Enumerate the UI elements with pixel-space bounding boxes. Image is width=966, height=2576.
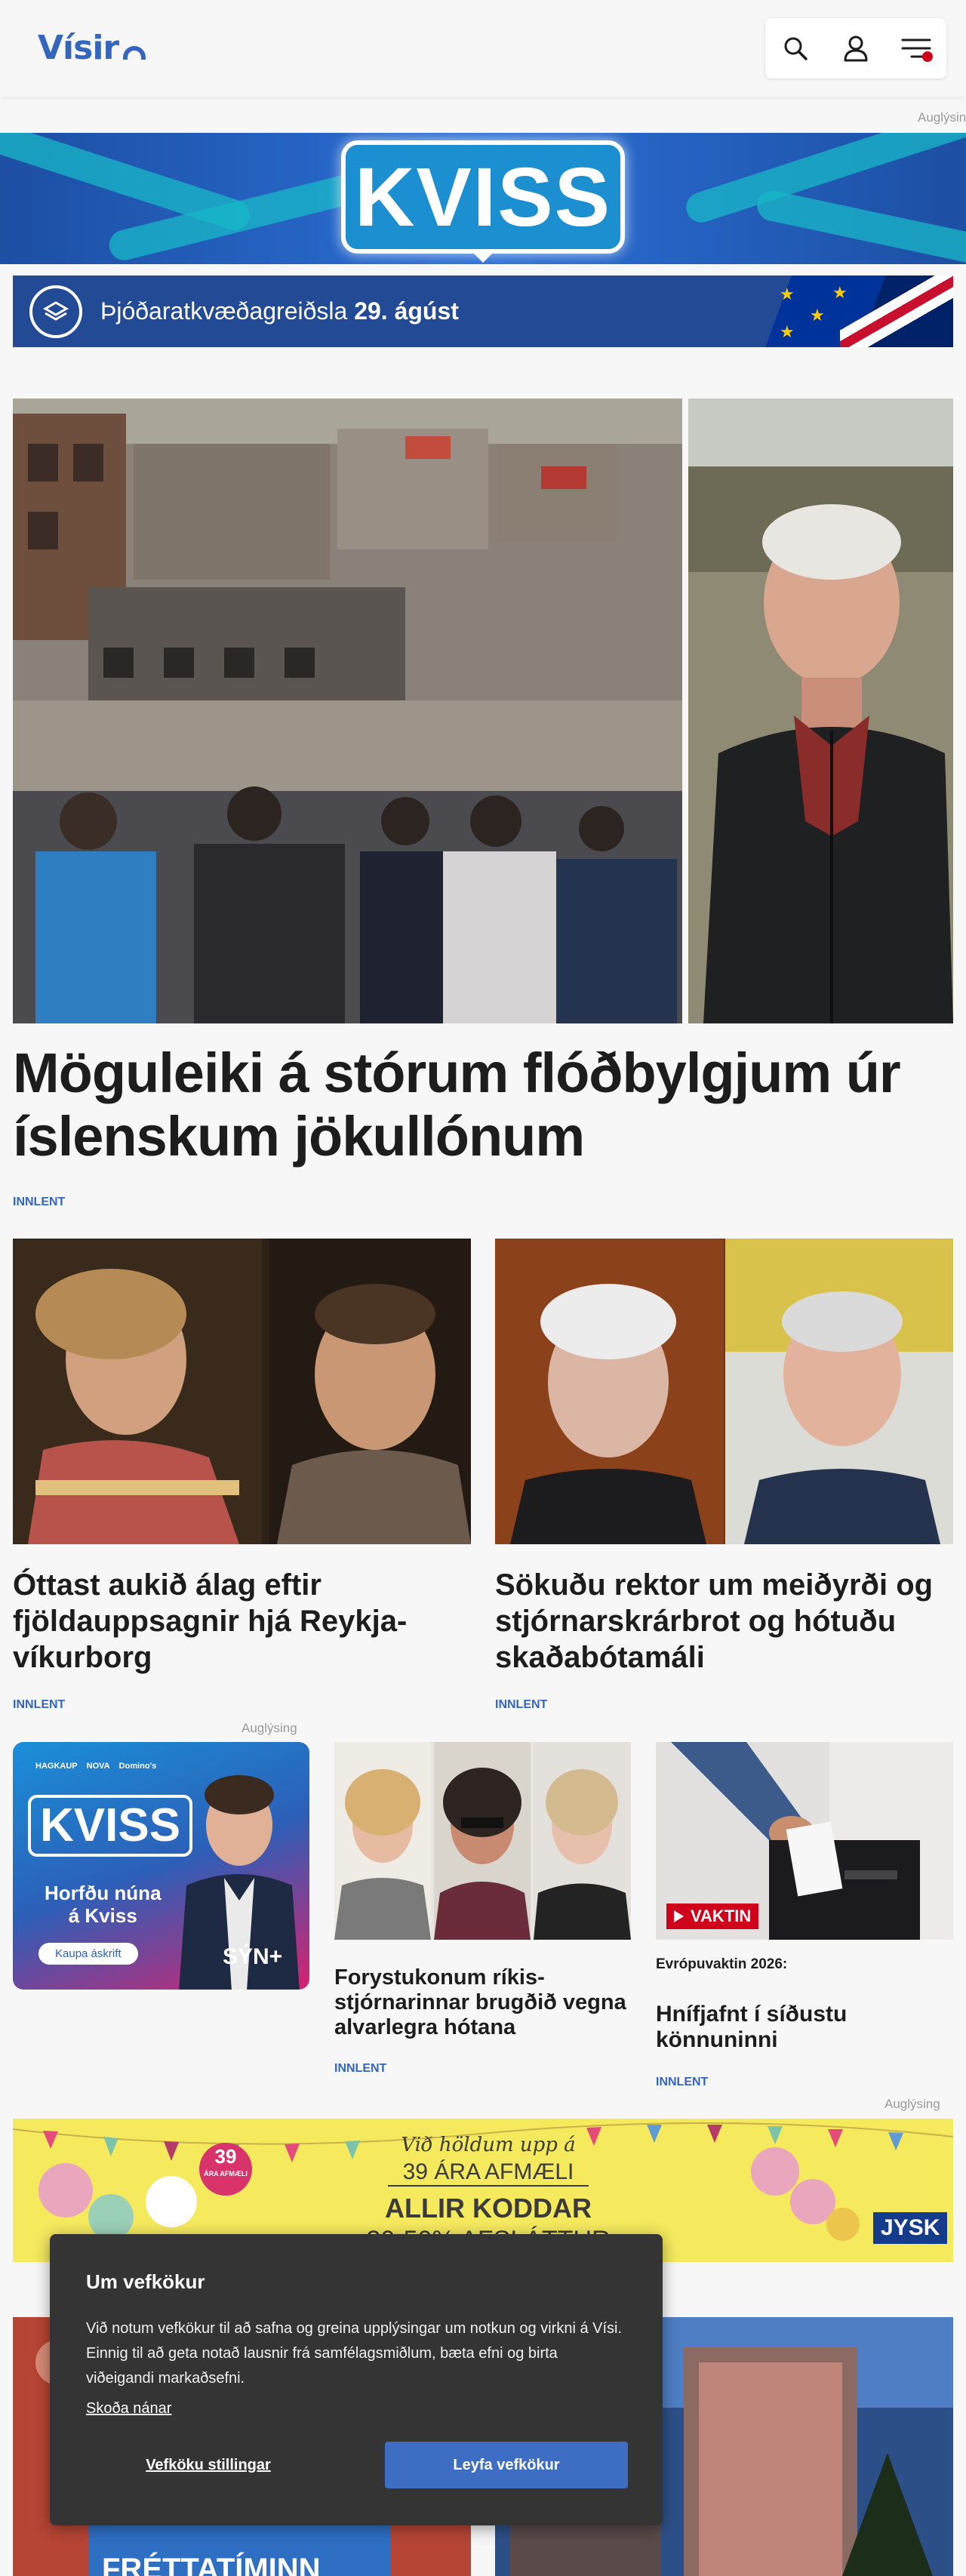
jysk-logo: JYSK <box>873 2212 948 2244</box>
flood-scene-illustration <box>13 399 682 1023</box>
vaktin-label: VAKTIN <box>691 1907 752 1925</box>
promo-title: KVISS <box>28 1795 193 1857</box>
story-image[interactable] <box>495 1239 953 1544</box>
referendum-date: 29. ágúst <box>354 297 459 325</box>
story-image[interactable] <box>13 1239 471 1544</box>
cookie-accept-button[interactable]: Leyfa vefkökur <box>385 2442 628 2488</box>
cookie-consent-dialog: Um vefkökur Við notum vefkökur til að sa… <box>50 2234 663 2525</box>
notification-dot <box>922 51 933 62</box>
frettatiminn-text: FRÉTTATÍMINN <box>102 2553 321 2576</box>
ad-label: Auglýsing <box>918 110 966 125</box>
story-image[interactable]: VAKTIN <box>656 1742 953 1940</box>
story-category[interactable]: INNLENT <box>334 2062 386 2076</box>
site-logo[interactable]: Vísir <box>38 29 146 67</box>
jysk-line: 39 ÁRA AFMÆLI <box>387 2159 589 2187</box>
site-header: Vísir <box>0 0 966 97</box>
lead-story-headline[interactable]: Möguleiki á stórum flóðbylgjum úr íslens… <box>13 1042 949 1168</box>
cookie-more-link[interactable]: Skoða nánar <box>86 2400 171 2418</box>
story-headline[interactable]: Hnífjafnt í síðustu könnuninni <box>656 2002 953 2053</box>
vaktin-badge: VAKTIN <box>666 1904 759 1929</box>
story-category[interactable]: INNLENT <box>656 2076 708 2089</box>
jysk-badge-text: ÁRA AFMÆLI <box>204 2170 248 2177</box>
lead-story-category[interactable]: INNLENT <box>13 1196 65 1209</box>
flags-graphic: ★ ★ ★ ★ <box>666 275 953 347</box>
ballot-icon <box>29 285 82 338</box>
story-image[interactable] <box>334 1742 631 1940</box>
banner-stripe <box>754 188 966 264</box>
referendum-banner[interactable]: Þjóðaratkvæðagreiðsla 29. ágúst ★ ★ ★ ★ <box>13 275 953 347</box>
referendum-text: Þjóðaratkvæðagreiðsla 29. ágúst <box>100 297 459 325</box>
lead-story-image[interactable] <box>13 399 682 1023</box>
jysk-badge-number: 39 <box>214 2145 237 2168</box>
lead-story-portrait[interactable] <box>688 399 953 1023</box>
account-button[interactable] <box>833 26 878 71</box>
story-headline[interactable]: Sökuðu rektor um meiðyrði og stjórnarskr… <box>495 1567 953 1676</box>
menu-button[interactable] <box>894 26 939 71</box>
promo-text: Horfðu núna á Kviss <box>45 1882 162 1927</box>
ad-label: Auglýsing <box>242 1721 297 1735</box>
jysk-line: ALLIR KODDAR <box>385 2193 592 2224</box>
kviss-ad-banner[interactable]: KVISS <box>0 133 966 264</box>
cookie-settings-button[interactable]: Vefköku stillingar <box>86 2442 331 2488</box>
play-icon <box>674 1910 684 1922</box>
story-category[interactable]: INNLENT <box>495 1698 547 1712</box>
story-headline[interactable]: Forystukonum ríkis-stjórnarinnar brugðið… <box>334 1965 631 2040</box>
header-tools <box>765 18 946 78</box>
kviss-promo-ad[interactable]: HAGKAUP NOVA Domino's KVISS Horfðu núna … <box>13 1742 309 1990</box>
story-kicker: Evrópuvaktin 2026: <box>656 1956 788 1972</box>
kviss-logo: KVISS <box>341 140 625 254</box>
search-button[interactable] <box>773 26 818 71</box>
promo-buy-button[interactable]: Kaupa áskrift <box>38 1943 138 1965</box>
promo-brand: Domino's <box>118 1762 157 1771</box>
promo-brand: HAGKAUP <box>35 1762 78 1771</box>
portrait-pair-illustration <box>13 1239 471 1544</box>
promo-brand: NOVA <box>86 1762 110 1771</box>
cookie-body: Við notum vefkökur til að safna og grein… <box>86 2320 623 2387</box>
portrait-man-illustration <box>688 399 953 1023</box>
story-headline[interactable]: Óttast aukið álag eftir fjöldauppsagnir … <box>13 1567 471 1676</box>
user-icon <box>844 35 868 62</box>
logo-text: Vísir <box>38 29 119 67</box>
kviss-logo-text: KVISS <box>354 150 612 244</box>
jysk-line: Við höldum upp á <box>401 2134 576 2156</box>
search-icon <box>784 37 808 60</box>
promo-brand-logo: SÝN+ <box>223 1944 283 1969</box>
portrait-pair-illustration <box>495 1239 953 1544</box>
story-category[interactable]: INNLENT <box>13 1698 65 1712</box>
jysk-balloon-badge: 39 ÁRA AFMÆLI <box>199 2143 252 2196</box>
cookie-title: Um vefkökur <box>86 2270 205 2293</box>
kviss-logo-tail <box>469 249 497 263</box>
logo-arc-icon <box>123 46 146 60</box>
ad-label: Auglýsing <box>884 2097 940 2111</box>
portrait-trio-illustration <box>334 1742 631 1940</box>
promo-line: á Kviss <box>68 1904 137 1927</box>
promo-line: Horfðu núna <box>45 1882 162 1904</box>
promo-brands: HAGKAUP NOVA Domino's <box>35 1762 156 1771</box>
referendum-label: Þjóðaratkvæðagreiðsla <box>100 297 348 325</box>
